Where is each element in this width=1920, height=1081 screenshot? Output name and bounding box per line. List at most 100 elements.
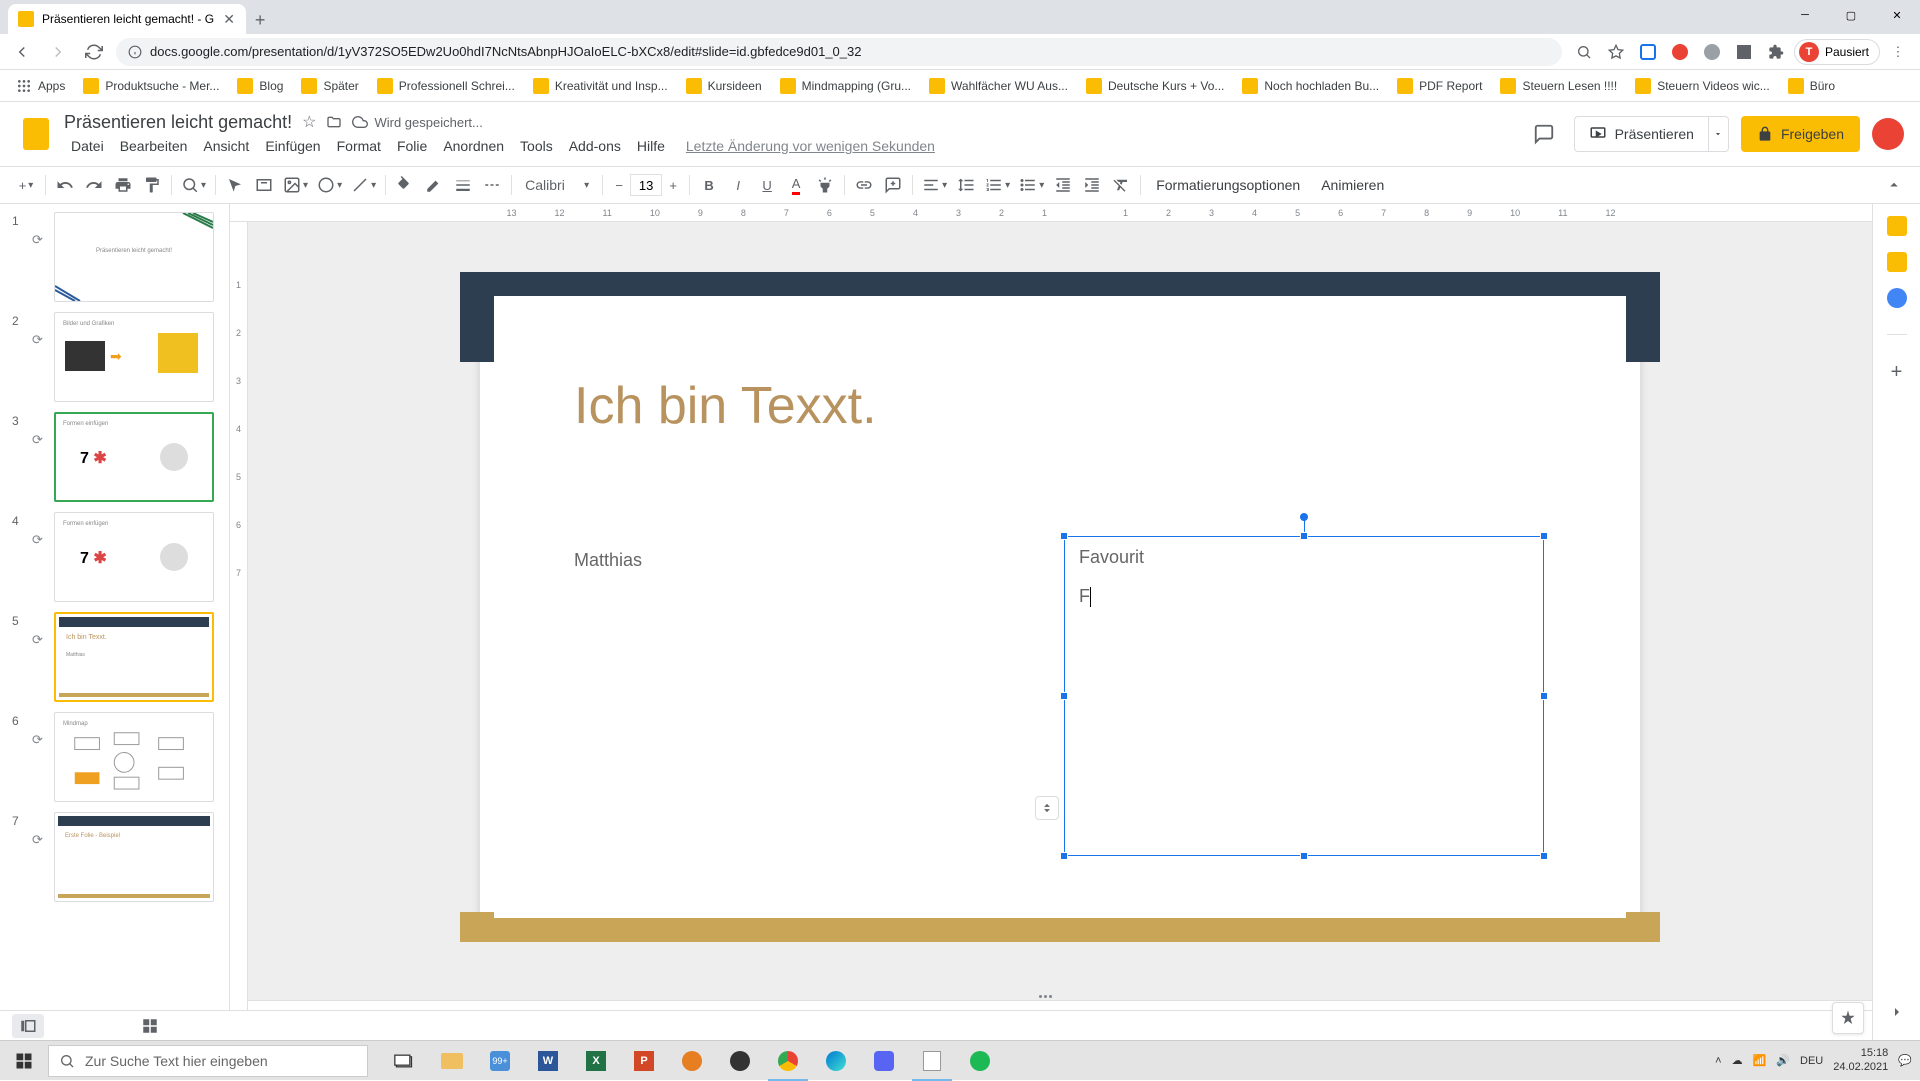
new-slide-button[interactable]: +▾ [12,171,40,199]
slide-title-text[interactable]: Ich bin Texxt. [574,376,877,436]
selected-textbox[interactable]: Favourit F [1064,536,1544,856]
textbox-tool[interactable] [250,171,278,199]
new-tab-button[interactable]: + [246,6,274,34]
bookmark-item[interactable]: Kursideen [678,74,770,98]
menu-hilfe[interactable]: Hilfe [630,136,672,156]
bookmark-item[interactable]: Später [293,74,366,98]
calendar-icon[interactable] [1887,216,1907,236]
shape-tool[interactable]: ▾ [313,171,346,199]
bold-button[interactable]: B [695,171,723,199]
font-size-input[interactable]: 13 [630,174,662,196]
resize-handle-ne[interactable] [1540,532,1548,540]
redo-button[interactable] [80,171,108,199]
bookmark-item[interactable]: Kreativität und Insp... [525,74,676,98]
taskbar-powerpoint[interactable]: P [620,1041,668,1081]
comments-button[interactable] [1526,116,1562,152]
taskbar-spotify[interactable] [956,1041,1004,1081]
present-button[interactable]: Präsentieren [1574,116,1709,152]
line-spacing-button[interactable] [952,171,980,199]
zoom-icon[interactable] [1570,38,1598,66]
filmstrip-slide-4[interactable]: 4 ⟳ Formen einfügen 7 ✱ [4,512,225,602]
tray-cloud-icon[interactable]: ☁ [1732,1054,1743,1067]
bookmark-item[interactable]: Deutsche Kurs + Vo... [1078,74,1232,98]
window-maximize-button[interactable]: ▢ [1828,0,1874,30]
select-tool[interactable] [221,171,249,199]
taskbar-app-4[interactable] [908,1041,956,1081]
share-button[interactable]: Freigeben [1741,116,1860,152]
taskbar-edge[interactable] [812,1041,860,1081]
zoom-button[interactable]: ▾ [177,171,210,199]
bookmark-apps[interactable]: Apps [8,74,73,98]
bookmark-item[interactable]: Noch hochladen Bu... [1234,74,1387,98]
font-select[interactable]: Calibri▾ [517,171,597,199]
taskbar-search[interactable]: Zur Suche Text hier eingeben [48,1045,368,1077]
taskbar-word[interactable]: W [524,1041,572,1081]
taskbar-app-1[interactable]: 99+ [476,1041,524,1081]
menu-tools[interactable]: Tools [513,136,560,156]
image-tool[interactable]: ▾ [279,171,312,199]
line-tool[interactable]: ▾ [347,171,380,199]
autofit-button[interactable] [1035,796,1059,820]
last-change-link[interactable]: Letzte Änderung vor wenigen Sekunden [674,138,935,154]
rotate-handle[interactable] [1300,513,1308,521]
taskbar-obs[interactable] [716,1041,764,1081]
taskbar-excel[interactable]: X [572,1041,620,1081]
italic-button[interactable]: I [724,171,752,199]
move-doc-icon[interactable] [326,114,342,130]
doc-title[interactable]: Präsentieren leicht gemacht! [64,112,292,133]
side-panel-show-button[interactable] [1889,1004,1905,1020]
filmstrip-slide-3[interactable]: 3 ⟳ Formen einfügen 7 ✱ [4,412,225,502]
print-button[interactable] [109,171,137,199]
taskbar-app-3[interactable] [860,1041,908,1081]
resize-handle-sw[interactable] [1060,852,1068,860]
border-color-button[interactable] [420,171,448,199]
grid-view-button[interactable] [134,1014,166,1038]
font-size-increase[interactable]: + [662,173,684,197]
filmstrip-slide-2[interactable]: 2 ⟳ Bilder und Grafiken ➡ [4,312,225,402]
ext-icon-4[interactable] [1730,38,1758,66]
resize-handle-nw[interactable] [1060,532,1068,540]
notes-resize-handle[interactable] [230,992,1872,1000]
taskbar-app-2[interactable] [668,1041,716,1081]
task-view-button[interactable] [380,1041,428,1081]
tray-language[interactable]: DEU [1800,1055,1823,1067]
back-button[interactable] [8,38,36,66]
filmstrip[interactable]: 1 ⟳ Präsentieren leicht gemacht! 2 ⟳ Bil… [0,204,230,1040]
numbered-list-button[interactable]: ▾ [981,171,1014,199]
text-color-button[interactable]: A [782,171,810,199]
tray-wifi-icon[interactable]: 📶 [1753,1054,1767,1067]
animate-button[interactable]: Animieren [1311,171,1394,199]
bookmark-item[interactable]: Blog [229,74,291,98]
explore-button[interactable] [1832,1002,1864,1034]
star-doc-icon[interactable]: ☆ [302,112,316,132]
slide-body-text-left[interactable]: Matthias [574,550,642,571]
resize-handle-se[interactable] [1540,852,1548,860]
bulleted-list-button[interactable]: ▾ [1015,171,1048,199]
menu-datei[interactable]: Datei [64,136,111,156]
fill-color-button[interactable] [391,171,419,199]
menu-addons[interactable]: Add-ons [562,136,628,156]
url-input[interactable]: docs.google.com/presentation/d/1yV372SO5… [116,38,1562,66]
undo-button[interactable] [51,171,79,199]
resize-handle-s[interactable] [1300,852,1308,860]
forward-button[interactable] [44,38,72,66]
bookmark-item[interactable]: Wahlfächer WU Aus... [921,74,1076,98]
slides-logo[interactable] [16,114,56,154]
tray-volume-icon[interactable]: 🔊 [1776,1054,1790,1067]
ext-icon-3[interactable] [1698,38,1726,66]
tray-clock[interactable]: 15:18 24.02.2021 [1833,1047,1888,1073]
border-weight-button[interactable] [449,171,477,199]
resize-handle-n[interactable] [1300,532,1308,540]
menu-bearbeiten[interactable]: Bearbeiten [113,136,195,156]
link-button[interactable] [850,171,878,199]
ext-icon-2[interactable] [1666,38,1694,66]
window-minimize-button[interactable]: ─ [1782,0,1828,30]
border-dash-button[interactable] [478,171,506,199]
bookmark-item[interactable]: Mindmapping (Gru... [772,74,919,98]
keep-icon[interactable] [1887,252,1907,272]
textbox-editor[interactable]: Favourit F [1065,537,1543,617]
filmstrip-slide-1[interactable]: 1 ⟳ Präsentieren leicht gemacht! [4,212,225,302]
bookmark-item[interactable]: PDF Report [1389,74,1490,98]
taskbar-chrome[interactable] [764,1041,812,1081]
format-options-button[interactable]: Formatierungsoptionen [1146,171,1310,199]
